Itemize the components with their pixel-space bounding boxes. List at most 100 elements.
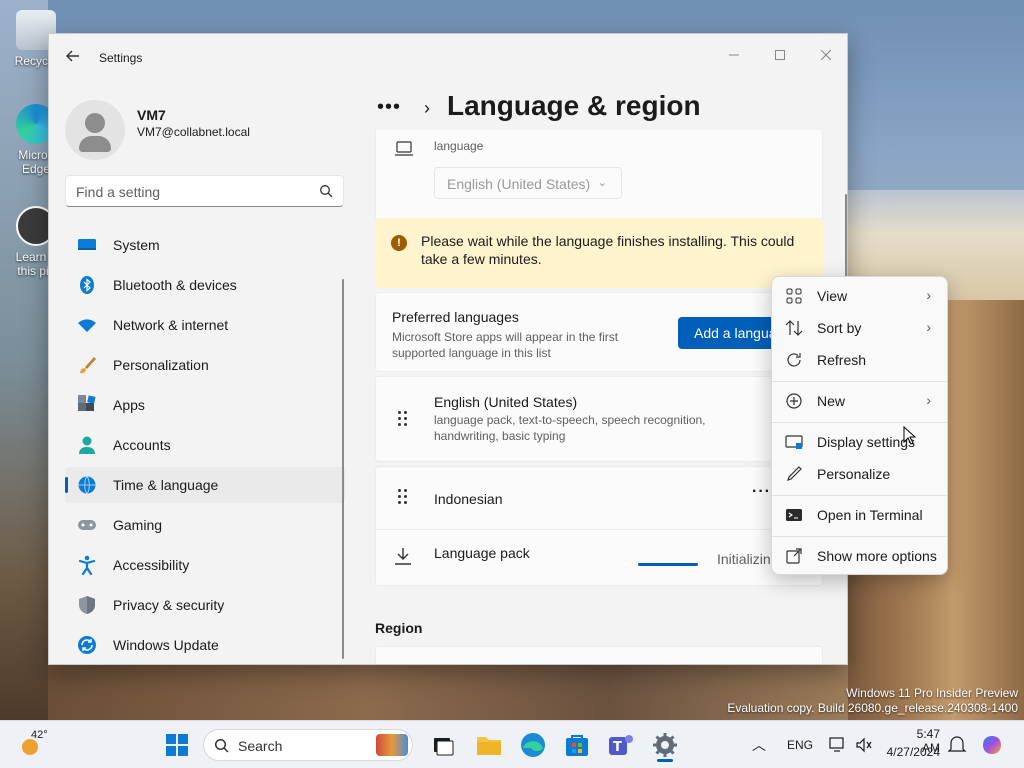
sidebar-item-label: System bbox=[113, 237, 160, 253]
volume-icon bbox=[856, 737, 872, 753]
settings-search[interactable] bbox=[65, 175, 344, 207]
context-item-label: Personalize bbox=[817, 466, 891, 482]
context-item-display-settings[interactable]: Display settings bbox=[776, 427, 945, 457]
active-indicator bbox=[657, 759, 673, 762]
display-language-label: language bbox=[434, 139, 484, 153]
sidebar-item-label: Gaming bbox=[113, 517, 163, 533]
sidebar-item-accounts[interactable]: Accounts bbox=[65, 427, 345, 463]
refresh-icon bbox=[787, 353, 801, 367]
search-input[interactable] bbox=[76, 182, 306, 202]
weather-temperature: 42° bbox=[31, 729, 48, 741]
chevron-up-icon[interactable]: ︿ bbox=[752, 735, 766, 755]
language-pack-progress bbox=[638, 563, 698, 566]
page-title: Language & region bbox=[447, 90, 701, 121]
avatar[interactable] bbox=[65, 100, 125, 160]
sidebar-scrollbar[interactable] bbox=[342, 279, 344, 659]
terminal-icon bbox=[786, 509, 802, 521]
sidebar-item-network[interactable]: Network & internet bbox=[65, 307, 345, 343]
avatar-head bbox=[85, 113, 105, 133]
teams-icon: T bbox=[609, 735, 633, 755]
context-item-sort-by[interactable]: Sort by › bbox=[776, 313, 945, 343]
input-language-indicator[interactable]: ENG bbox=[787, 738, 813, 752]
store-icon bbox=[566, 735, 588, 756]
back-button[interactable] bbox=[61, 48, 85, 68]
minimize-button[interactable] bbox=[711, 40, 757, 70]
shield-icon bbox=[79, 596, 95, 614]
context-item-label: Sort by bbox=[817, 320, 862, 336]
drag-handle-icon[interactable] bbox=[398, 411, 410, 429]
region-card bbox=[375, 646, 823, 664]
sidebar-item-label: Windows Update bbox=[113, 637, 219, 653]
mouse-cursor-icon bbox=[903, 426, 917, 445]
sidebar-item-label: Accounts bbox=[113, 437, 171, 453]
warning-text: Please wait while the language finishes … bbox=[421, 233, 795, 267]
chevron-right-icon: › bbox=[926, 287, 931, 303]
context-item-label: Show more options bbox=[817, 548, 937, 564]
more-options-button[interactable]: ··· bbox=[752, 483, 771, 501]
store-button[interactable] bbox=[561, 729, 593, 761]
task-view-button[interactable] bbox=[427, 729, 459, 761]
language-name: Indonesian bbox=[434, 491, 503, 507]
notification-button[interactable] bbox=[947, 735, 967, 755]
context-item-label: Refresh bbox=[817, 352, 867, 368]
language-name: English (United States) bbox=[434, 394, 578, 410]
sidebar-item-label: Personalization bbox=[113, 357, 209, 373]
context-item-refresh[interactable]: Refresh bbox=[776, 345, 945, 375]
start-button[interactable] bbox=[161, 729, 193, 761]
sidebar-item-label: Apps bbox=[113, 397, 145, 413]
dropdown-value: English (United States) bbox=[447, 176, 591, 192]
taskbar-search[interactable]: Search bbox=[203, 729, 413, 761]
grid-icon bbox=[786, 288, 802, 304]
close-button[interactable] bbox=[803, 40, 847, 70]
sidebar-item-time-language[interactable]: Time & language bbox=[65, 467, 345, 503]
settings-window: Settings VM7 VM7@collabnet.local System … bbox=[48, 33, 848, 665]
drag-handle-icon[interactable] bbox=[398, 489, 410, 507]
clock-date[interactable]: 4/27/2024 bbox=[884, 745, 940, 759]
sidebar-item-apps[interactable]: Apps bbox=[65, 387, 345, 423]
language-row-indonesian: Indonesian ··· Language pack Initializin… bbox=[375, 466, 823, 586]
context-separator bbox=[772, 536, 947, 537]
search-highlight-icon bbox=[376, 734, 408, 756]
sort-icon bbox=[785, 320, 803, 336]
maximize-icon bbox=[775, 50, 785, 60]
sidebar-item-personalization[interactable]: Personalization bbox=[65, 347, 345, 383]
sidebar-item-gaming[interactable]: Gaming bbox=[65, 507, 345, 543]
file-explorer-button[interactable] bbox=[473, 729, 505, 761]
context-item-show-more-options[interactable]: Show more options bbox=[776, 541, 945, 571]
sidebar-item-accessibility[interactable]: Accessibility bbox=[65, 547, 345, 583]
watermark-edition: Windows 11 Pro Insider Preview bbox=[846, 686, 1018, 700]
maximize-button[interactable] bbox=[757, 40, 803, 70]
sidebar-item-windows-update[interactable]: Windows Update bbox=[65, 627, 345, 663]
copilot-button[interactable] bbox=[980, 733, 1004, 757]
teams-button[interactable]: T bbox=[605, 729, 637, 761]
user-email: VM7@collabnet.local bbox=[137, 125, 250, 139]
laptop-icon bbox=[395, 141, 413, 156]
breadcrumb-more-button[interactable]: ••• bbox=[377, 96, 401, 119]
context-item-view[interactable]: View › bbox=[776, 281, 945, 311]
language-row-english[interactable]: English (United States) language pack, t… bbox=[375, 376, 823, 462]
main-content: language English (United States) ⌄ ! Ple… bbox=[375, 130, 823, 664]
edge-button[interactable] bbox=[517, 729, 549, 761]
download-icon bbox=[395, 548, 411, 565]
title-bar[interactable]: Settings bbox=[49, 34, 847, 82]
accessibility-icon bbox=[78, 555, 96, 575]
sidebar-item-system[interactable]: System bbox=[65, 227, 345, 263]
breadcrumb-separator: › bbox=[424, 98, 430, 118]
context-item-new[interactable]: New › bbox=[776, 386, 945, 416]
sidebar-item-bluetooth[interactable]: Bluetooth & devices bbox=[65, 267, 345, 303]
search-icon[interactable] bbox=[319, 184, 333, 198]
preferred-languages-card: Preferred languages Microsoft Store apps… bbox=[375, 292, 823, 372]
tray-status-icons[interactable] bbox=[828, 735, 878, 755]
display-language-dropdown[interactable]: English (United States) ⌄ bbox=[434, 167, 622, 199]
context-item-open-terminal[interactable]: Open in Terminal bbox=[776, 500, 945, 530]
update-icon bbox=[78, 636, 96, 654]
settings-button[interactable] bbox=[649, 729, 681, 762]
context-separator bbox=[772, 422, 947, 423]
edge-icon bbox=[521, 733, 545, 757]
apps-icon bbox=[78, 395, 96, 411]
sidebar-item-privacy[interactable]: Privacy & security bbox=[65, 587, 345, 623]
context-item-personalize[interactable]: Personalize bbox=[776, 459, 945, 489]
windows-logo-icon bbox=[166, 734, 188, 756]
context-item-label: Display settings bbox=[817, 434, 916, 450]
search-icon bbox=[214, 738, 229, 753]
